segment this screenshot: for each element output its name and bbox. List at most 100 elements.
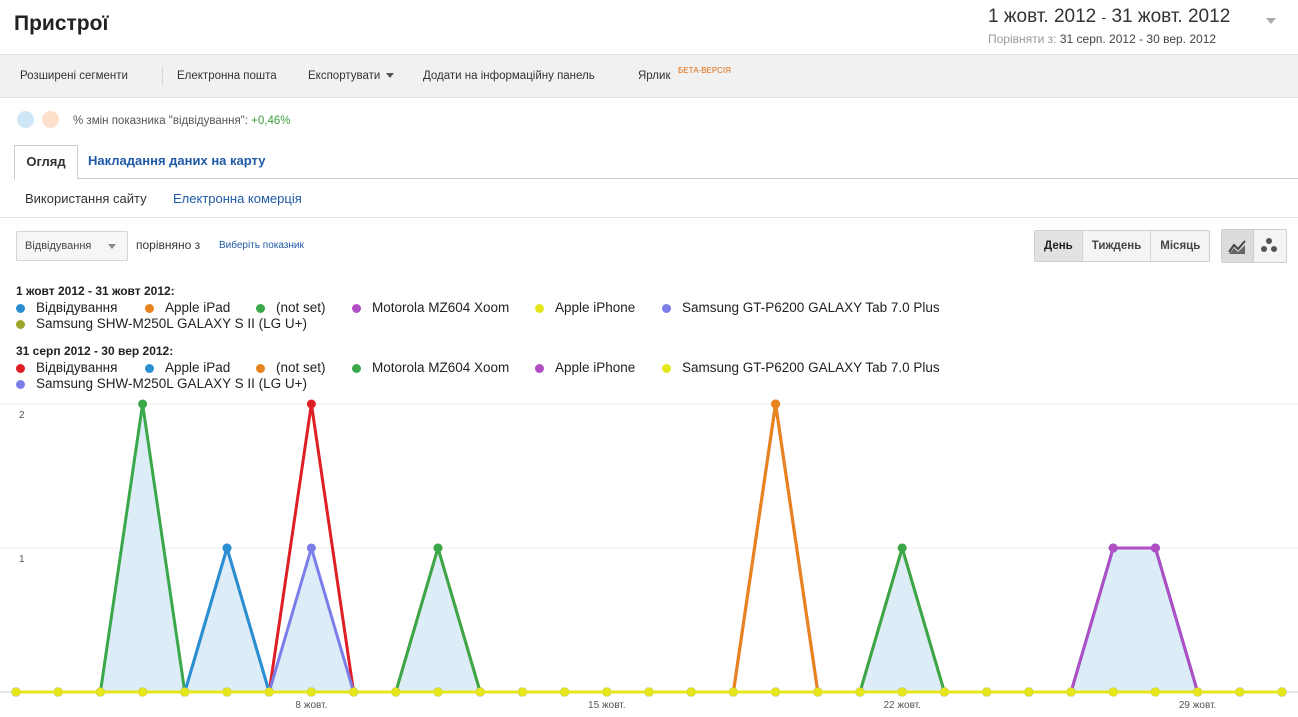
visits-change-value: +0,46% (251, 115, 291, 127)
legend-item[interactable]: Samsung GT-P6200 GALAXY Tab 7.0 Plus (662, 360, 940, 375)
legend-label: (not set) (276, 360, 326, 375)
compare-value: 31 серп. 2012 - 30 вер. 2012 (1059, 32, 1217, 46)
series-point (771, 399, 781, 409)
choose-metric-link[interactable]: Виберіть показник (219, 240, 304, 251)
legend-label: Apple iPhone (555, 300, 636, 315)
legend-item[interactable]: Motorola MZ604 Xoom (352, 300, 509, 315)
series-point (644, 687, 654, 697)
legend-item[interactable]: (not set) (256, 360, 326, 375)
legend-item[interactable]: Відвідування (16, 360, 117, 375)
legend-dot (16, 320, 25, 329)
legend-item[interactable]: Apple iPhone (535, 300, 635, 315)
legend-dot (16, 380, 25, 389)
subtab-site-usage[interactable]: Використання сайту (25, 191, 147, 206)
add-to-dashboard-button[interactable]: Додати на інформаційну панель (423, 70, 595, 82)
legend-label: (not set) (276, 300, 326, 315)
series-point (602, 687, 612, 697)
subtab-ecommerce[interactable]: Електронна комерція (173, 191, 302, 206)
export-label: Експортувати (308, 70, 381, 82)
series-point (1108, 543, 1118, 553)
period-selector: День Тиждень Місяць (1034, 230, 1211, 262)
legend-item[interactable]: Apple iPad (145, 360, 230, 375)
legend-dot (352, 304, 361, 313)
legend-label: Samsung GT-P6200 GALAXY Tab 7.0 Plus (682, 360, 940, 375)
series-point (982, 687, 992, 697)
series-point (433, 543, 443, 553)
advanced-segments-button[interactable]: Розширені сегменти (20, 70, 128, 82)
motion-chart-icon[interactable] (1254, 230, 1285, 262)
x-tick-label: 22 жовт. (883, 700, 921, 711)
legend-item[interactable]: (not set) (256, 300, 326, 315)
series-point (138, 399, 148, 409)
legend-label: Samsung SHW-M250L GALAXY S II (LG U+) (36, 376, 307, 391)
report-toolbar: Розширені сегменти Електронна пошта Експ… (0, 54, 1298, 98)
series-point (897, 543, 907, 553)
visits-change-summary: % змін показника "відвідування": +0,46% (73, 115, 291, 127)
legend-label: Samsung SHW-M250L GALAXY S II (LG U+) (36, 316, 307, 331)
series-point (771, 687, 781, 697)
compare-range: Порівняти з: 31 серп. 2012 - 30 вер. 201… (988, 32, 1216, 46)
series-point (222, 687, 232, 697)
period-week-button[interactable]: Тиждень (1083, 231, 1152, 261)
chevron-down-icon (386, 73, 395, 79)
legend-item[interactable]: Samsung SHW-M250L GALAXY S II (LG U+) (16, 376, 307, 391)
legend-item[interactable]: Samsung SHW-M250L GALAXY S II (LG U+) (16, 316, 307, 331)
series-point (1277, 687, 1287, 697)
series-point (433, 687, 443, 697)
beta-badge: БЕТА-ВЕРСІЯ (678, 66, 731, 75)
series-point (1066, 687, 1076, 697)
tabs-divider (14, 178, 1298, 179)
legend-label: Відвідування (36, 300, 118, 315)
legend-dot (16, 304, 25, 313)
legend-dot (535, 364, 544, 373)
y-tick-label: 2 (19, 410, 25, 421)
legend-item[interactable]: Motorola MZ604 Xoom (352, 360, 509, 375)
email-button[interactable]: Електронна пошта (177, 70, 277, 82)
series-point (306, 543, 316, 553)
legend-dot (16, 364, 25, 373)
series-point (1024, 687, 1034, 697)
legend-item[interactable]: Apple iPad (145, 300, 230, 315)
series-point (1108, 687, 1118, 697)
series-point (939, 687, 949, 697)
series-point (222, 543, 232, 553)
compare-label: Порівняти з: (988, 32, 1057, 46)
series-point (517, 687, 527, 697)
chevron-down-icon[interactable] (1266, 18, 1276, 24)
legend-item[interactable]: Apple iPhone (535, 360, 635, 375)
legend-dot (145, 364, 154, 373)
legend-previous-header: 31 серп 2012 - 30 вер 2012: (16, 344, 174, 358)
series-point (391, 687, 401, 697)
legend-item[interactable]: Samsung GT-P6200 GALAXY Tab 7.0 Plus (662, 300, 940, 315)
tab-map-overlay[interactable]: Накладання даних на карту (88, 153, 265, 168)
line-chart-icon[interactable] (1222, 230, 1254, 262)
date-range-separator: - (1101, 9, 1107, 25)
pie-chart-icon (42, 111, 59, 128)
legend-label: Motorola MZ604 Xoom (372, 300, 510, 315)
series-point (1235, 687, 1245, 697)
legend-dot (662, 304, 671, 313)
date-range-selector[interactable]: 1 жовт. 2012 - 31 жовт. 2012 (988, 6, 1230, 28)
export-button[interactable]: Експортувати (308, 70, 395, 82)
x-tick-label: 15 жовт. (588, 700, 626, 711)
series-point (560, 687, 570, 697)
legend-current-header: 1 жовт 2012 - 31 жовт 2012: (16, 284, 175, 298)
legend-dot (662, 364, 671, 373)
legend-label: Samsung GT-P6200 GALAXY Tab 7.0 Plus (682, 300, 940, 315)
visits-change-label: % змін показника "відвідування": (73, 115, 248, 127)
x-tick-label: 29 жовт. (1179, 700, 1217, 711)
metric-select[interactable]: Відвідування (16, 231, 128, 261)
legend-label: Відвідування (36, 360, 118, 375)
period-day-button[interactable]: День (1035, 231, 1083, 261)
series-point (264, 687, 274, 697)
series-point (1150, 543, 1160, 553)
shortcut-button[interactable]: Ярлик (638, 70, 670, 82)
legend-item[interactable]: Відвідування (16, 300, 117, 315)
period-month-button[interactable]: Місяць (1151, 231, 1209, 261)
tab-overview[interactable]: Огляд (14, 145, 78, 180)
series-point (1193, 687, 1203, 697)
series-point (897, 687, 907, 697)
legend-label: Apple iPad (165, 360, 231, 375)
x-tick-label: 8 жовт. (295, 700, 327, 711)
series-point (475, 687, 485, 697)
